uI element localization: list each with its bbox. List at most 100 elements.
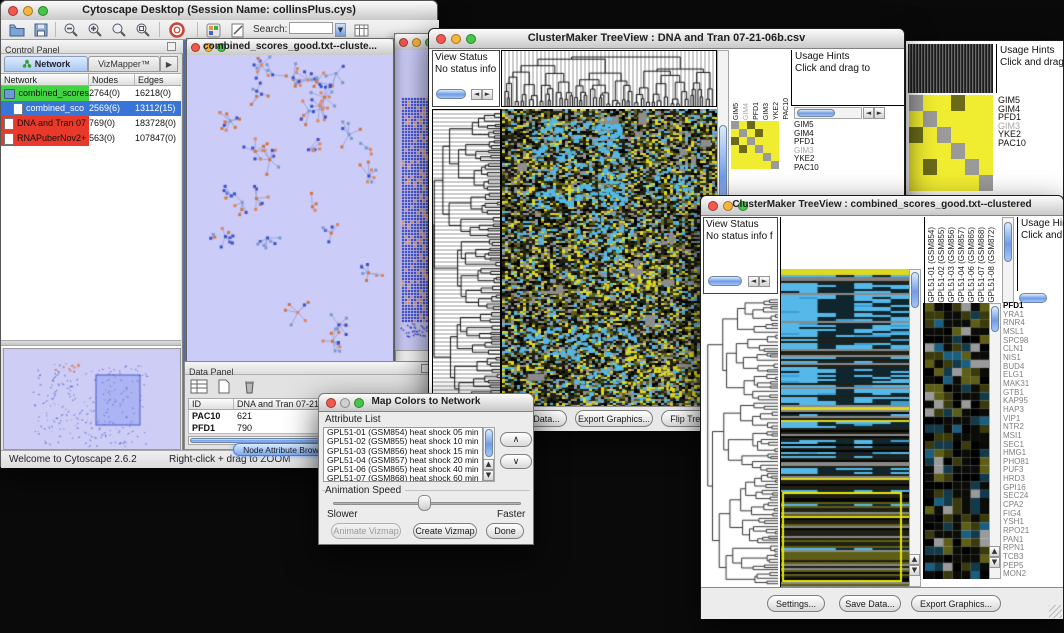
column-header-network[interactable]: Network: [1, 74, 89, 85]
gene-label[interactable]: PAC10: [794, 164, 836, 173]
settings-button[interactable]: Settings...: [767, 595, 825, 612]
tab-vizmapper[interactable]: VizMapper™: [88, 56, 160, 72]
array-dendrogram[interactable]: [501, 50, 717, 107]
search-dropdown-icon[interactable]: ▼: [335, 23, 346, 37]
global-heatmap-canvas[interactable]: [501, 109, 718, 406]
create-vizmap-button[interactable]: Create Vizmap: [413, 523, 477, 539]
zoom-heatmap-matrix[interactable]: [731, 121, 779, 169]
scroll-up-icon[interactable]: ▲: [483, 459, 494, 470]
tv2-titlebar[interactable]: ClusterMaker TreeView : combined_scores_…: [701, 196, 1063, 216]
scrollbar-thumb[interactable]: [911, 272, 919, 308]
global-heatmap-canvas[interactable]: [780, 269, 909, 587]
slider-thumb[interactable]: [418, 495, 431, 511]
save-icon[interactable]: [31, 21, 51, 39]
animation-speed-label: Animation Speed: [325, 485, 405, 496]
open-file-icon[interactable]: [7, 21, 27, 39]
usage-hints-title: Usage Hints: [1000, 45, 1064, 57]
search-input[interactable]: [289, 22, 333, 34]
scroll-left-icon[interactable]: ◄: [748, 276, 759, 287]
desktop: Cytoscape Desktop (Session Name: collins…: [0, 0, 1064, 633]
slower-label: Slower: [327, 509, 358, 520]
array-dendrogram[interactable]: [780, 217, 922, 269]
move-down-button[interactable]: ∨: [500, 454, 532, 469]
vertical-scrollbar[interactable]: ▲ ▼: [483, 427, 495, 482]
scrollbar-thumb[interactable]: [991, 306, 999, 332]
status-welcome: Welcome to Cytoscape 2.6.2: [9, 454, 137, 465]
network-row-selected[interactable]: combined_sco 2569(6) 13112(15): [1, 101, 181, 116]
save-data-button[interactable]: Save Data...: [839, 595, 901, 612]
gene-dendrogram[interactable]: [432, 109, 501, 406]
scrollbar-thumb[interactable]: [436, 89, 466, 99]
annotation-icon[interactable]: [227, 21, 247, 39]
zoom-heatmap-matrix[interactable]: [909, 95, 993, 191]
scroll-up-icon[interactable]: ▲: [989, 546, 1000, 557]
network-row[interactable]: DNA and Tran 07 769(0) 183728(0): [1, 116, 181, 131]
horizontal-scrollbar[interactable]: [794, 107, 862, 119]
scroll-up-icon[interactable]: ▲: [909, 554, 920, 565]
attribute-table-icon[interactable]: [189, 377, 209, 395]
gene-label[interactable]: MON2: [1003, 570, 1061, 579]
animate-vizmap-button[interactable]: Animate Vizmap: [331, 523, 401, 539]
dialog-title: Map Colors to Network: [319, 396, 533, 407]
import-table-icon[interactable]: [351, 21, 371, 39]
vertical-scrollbar[interactable]: [1002, 217, 1014, 303]
scrollbar-thumb[interactable]: [708, 276, 742, 286]
vizmapper-icon[interactable]: [203, 21, 223, 39]
scroll-down-icon[interactable]: ▼: [909, 565, 920, 576]
splitter-handle[interactable]: [1, 340, 181, 346]
folder-icon: [4, 89, 15, 99]
window-title: Cytoscape Desktop (Session Name: collins…: [1, 4, 437, 16]
network-row[interactable]: combined_scores 2764(0) 16218(0): [1, 86, 181, 101]
scroll-left-icon[interactable]: ◄: [471, 89, 482, 100]
array-labels-dense: [908, 44, 993, 93]
view-status-text: No status info f: [433, 64, 499, 76]
dialog-titlebar[interactable]: Map Colors to Network: [319, 394, 533, 412]
gene-label[interactable]: PAC10: [998, 139, 1058, 148]
zoom-out-icon[interactable]: [61, 21, 81, 39]
network-doc-icon: [13, 103, 23, 115]
help-lifering-icon[interactable]: [167, 21, 187, 39]
scroll-right-icon[interactable]: ►: [482, 89, 493, 100]
resize-grip[interactable]: [1049, 605, 1062, 618]
done-button[interactable]: Done: [486, 523, 524, 539]
tab-overflow-icon[interactable]: ▶: [160, 56, 178, 72]
zoom-fit-icon[interactable]: [109, 21, 129, 39]
export-graphics-button[interactable]: Export Graphics...: [911, 595, 1001, 612]
frame1-titlebar[interactable]: combined_scores_good.txt--cluste...: [187, 39, 393, 56]
scroll-left-icon[interactable]: ◄: [863, 107, 874, 119]
scrollbar-thumb[interactable]: [1004, 222, 1012, 262]
data-col-id[interactable]: ID: [189, 399, 234, 409]
scroll-down-icon[interactable]: ▼: [989, 557, 1000, 568]
gene-dendrogram[interactable]: [703, 296, 778, 587]
scroll-down-icon[interactable]: ▼: [483, 470, 494, 481]
array-label: GPL51-06 (GSM865): [967, 227, 977, 303]
column-header-edges[interactable]: Edges: [135, 74, 181, 85]
network-canvas[interactable]: [187, 55, 393, 362]
array-label-list: GIM5GIM4PFD1GIM3YKE2PAC10: [730, 50, 792, 120]
move-up-button[interactable]: ∧: [500, 432, 532, 447]
vertical-scrollbar[interactable]: ▲ ▼: [989, 303, 1001, 579]
treeview-window-fragment: Usage Hints Click and drag t GIM5GIM4PFD…: [905, 40, 1064, 200]
main-titlebar[interactable]: Cytoscape Desktop (Session Name: collins…: [1, 1, 437, 21]
zoom-heatmap-canvas[interactable]: [923, 303, 989, 579]
delete-attribute-icon[interactable]: [239, 377, 259, 395]
scrollbar-thumb[interactable]: [797, 109, 835, 117]
zoom-selected-icon[interactable]: [133, 21, 153, 39]
scroll-right-icon[interactable]: ►: [759, 276, 770, 287]
float-icon[interactable]: [167, 42, 176, 51]
tab-network[interactable]: Network: [4, 56, 88, 72]
network-row[interactable]: RNAPuberNov2+ 563(0) 107847(0): [1, 131, 181, 146]
tv1-titlebar[interactable]: ClusterMaker TreeView : DNA and Tran 07-…: [429, 29, 904, 49]
export-graphics-button[interactable]: Export Graphics...: [575, 410, 653, 427]
new-attribute-icon[interactable]: [214, 377, 234, 395]
zoom-in-icon[interactable]: [85, 21, 105, 39]
array-label-list: GPL51-01 (GSM854)GPL51-02 (GSM855)GPL51-…: [924, 217, 1000, 303]
vertical-scrollbar[interactable]: ▲ ▼: [909, 269, 921, 587]
scrollbar-thumb[interactable]: [485, 429, 493, 457]
minimize-button[interactable]: [412, 38, 421, 47]
attribute-item[interactable]: GPL51-07 (GSM868) heat shock 60 min: [324, 474, 482, 482]
column-header-nodes[interactable]: Nodes: [89, 74, 135, 85]
network-overview-canvas[interactable]: [3, 348, 181, 450]
scroll-right-icon[interactable]: ►: [874, 107, 885, 119]
close-button[interactable]: [399, 38, 408, 47]
